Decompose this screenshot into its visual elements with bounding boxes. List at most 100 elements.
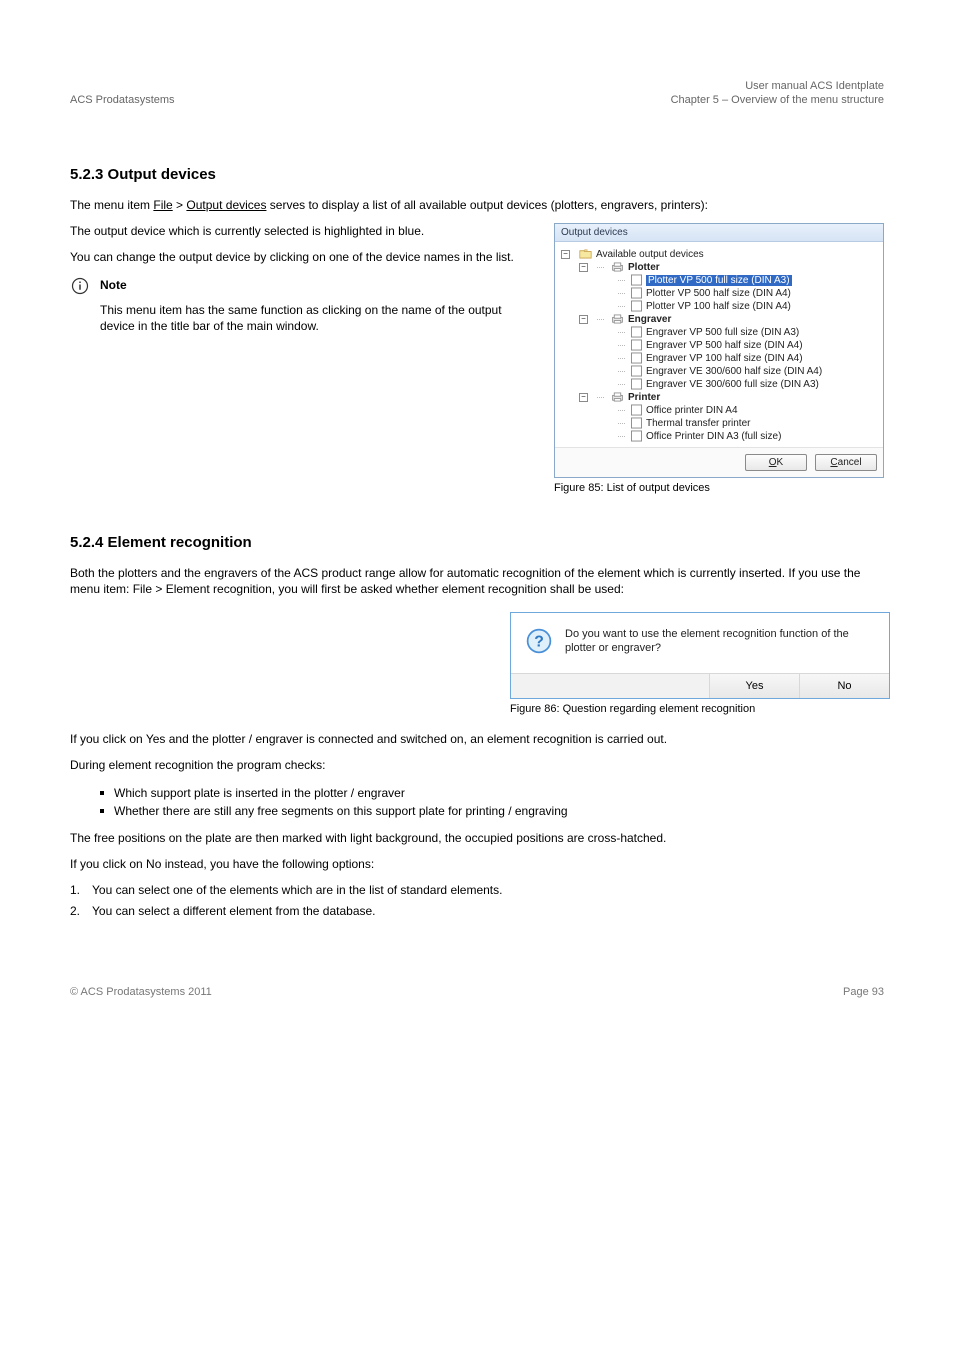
device-tree: − Available output devices − — [559, 248, 879, 443]
s2-p5-a: If you click on — [70, 857, 146, 871]
panel-footer: OK Cancel — [555, 447, 883, 477]
tree-item-label: Plotter VP 500 half size (DIN A4) — [646, 288, 791, 299]
tree-connector-icon: ···· — [617, 366, 625, 376]
s2-p2-a: If you click on — [70, 732, 146, 746]
tree-connector-icon: ···· — [617, 340, 625, 350]
s2-p2-yes: Yes — [146, 732, 166, 746]
tree-group-engraver[interactable]: − ···· Engraver — [561, 313, 879, 326]
cancel-button[interactable]: Cancel — [815, 454, 877, 471]
tree-item-plotter-2[interactable]: ···· Plotter VP 100 half size (DIN A4) — [561, 300, 879, 313]
checkbox-icon[interactable] — [631, 287, 642, 299]
s2-paragraph-3: During element recognition the program c… — [70, 757, 884, 773]
figure-85-caption: Figure 85: List of output devices — [554, 482, 884, 494]
svg-text:?: ? — [534, 633, 544, 650]
tree-item-engraver-2[interactable]: ···· Engraver VP 100 half size (DIN A4) — [561, 352, 879, 365]
tree-connector-icon: ···· — [596, 314, 604, 324]
intro-text-a: The menu item — [70, 198, 153, 212]
output-devices-panel: Output devices − Available output device… — [554, 223, 884, 478]
tree-item-printer-1[interactable]: ···· Thermal transfer printer — [561, 417, 879, 430]
element-recognition-msgbox: ? Do you want to use the element recogni… — [510, 612, 890, 700]
tree-item-printer-2[interactable]: ···· Office Printer DIN A3 (full size) — [561, 430, 879, 443]
tree-group-plotter[interactable]: − ···· Plotter — [561, 261, 879, 274]
header-right: User manual ACS Identplate Chapter 5 – O… — [671, 80, 884, 106]
tree-group-printer-label: Printer — [628, 392, 660, 403]
tree-connector-icon: ···· — [617, 405, 625, 415]
tree-connector-icon: ···· — [617, 431, 625, 441]
bullet-1: Which support plate is inserted in the p… — [100, 784, 884, 802]
tree-connector-icon: ···· — [596, 262, 604, 272]
page-footer: © ACS Prodatasystems 2011 Page 93 — [70, 980, 884, 998]
tree-item-label: Plotter VP 500 full size (DIN A3) — [646, 275, 792, 286]
tree-item-engraver-3[interactable]: ···· Engraver VE 300/600 half size (DIN … — [561, 365, 879, 378]
recognition-check-list: Which support plate is inserted in the p… — [100, 784, 884, 820]
tree-item-plotter-1[interactable]: ···· Plotter VP 500 half size (DIN A4) — [561, 287, 879, 300]
option-2: 2. You can select a different element fr… — [70, 903, 884, 920]
section-title-element-recognition: 5.2.4 Element recognition — [70, 534, 884, 551]
tree-item-plotter-0[interactable]: ···· Plotter VP 500 full size (DIN A3) — [561, 274, 879, 287]
tree-group-plotter-label: Plotter — [628, 262, 660, 273]
option-1: 1. You can select one of the elements wh… — [70, 882, 884, 899]
printer-icon — [610, 261, 624, 273]
note-text: This menu item has the same function as … — [100, 302, 534, 334]
collapse-icon[interactable]: − — [561, 250, 570, 259]
checkbox-icon[interactable] — [631, 365, 642, 377]
header-right-line1: User manual ACS Identplate — [671, 80, 884, 92]
tree-connector-icon: ···· — [617, 327, 625, 337]
tree-connector-icon: ···· — [617, 353, 625, 363]
left-paragraph-1: The output device which is currently sel… — [70, 223, 534, 239]
bullet-2: Whether there are still any free segment… — [100, 802, 884, 820]
footer-left: © ACS Prodatasystems 2011 — [70, 986, 212, 998]
checkbox-icon[interactable] — [631, 430, 642, 442]
s2-p5-no: No — [146, 857, 161, 871]
section-intro-paragraph: The menu item File > Output devices serv… — [70, 197, 884, 213]
tree-root-label: Available output devices — [596, 249, 704, 260]
tree-root-row[interactable]: − Available output devices — [561, 248, 879, 261]
figure-86-caption: Figure 86: Question regarding element re… — [510, 703, 890, 715]
tree-item-label: Plotter VP 100 half size (DIN A4) — [646, 301, 791, 312]
note-row: Note — [70, 276, 534, 296]
printer-icon — [610, 391, 624, 403]
collapse-icon[interactable]: − — [579, 393, 588, 402]
left-paragraph-2: You can change the output device by clic… — [70, 249, 534, 265]
checkbox-icon[interactable] — [631, 417, 642, 429]
header-right-line2: Chapter 5 – Overview of the menu structu… — [671, 94, 884, 106]
printer-icon — [610, 313, 624, 325]
yes-button[interactable]: Yes — [709, 674, 799, 698]
tree-item-printer-0[interactable]: ···· Office printer DIN A4 — [561, 404, 879, 417]
s2-paragraph-2: If you click on Yes and the plotter / en… — [70, 731, 884, 747]
tree-item-engraver-1[interactable]: ···· Engraver VP 500 half size (DIN A4) — [561, 339, 879, 352]
tree-item-label: Thermal transfer printer — [646, 418, 750, 429]
collapse-icon[interactable]: − — [579, 315, 588, 324]
folder-open-icon — [578, 248, 592, 260]
page-header: ACS Prodatasystems User manual ACS Ident… — [70, 80, 884, 106]
checkbox-icon[interactable] — [631, 326, 642, 338]
msgbox-footer: Yes No — [511, 673, 889, 698]
tree-item-label: Engraver VP 500 full size (DIN A3) — [646, 327, 799, 338]
tree-group-printer[interactable]: − ···· Printer — [561, 391, 879, 404]
intro-text-c: serves to display a list of all availabl… — [266, 198, 708, 212]
question-icon: ? — [525, 627, 553, 655]
no-button[interactable]: No — [799, 674, 889, 698]
tree-item-engraver-4[interactable]: ···· Engraver VE 300/600 full size (DIN … — [561, 378, 879, 391]
ok-button[interactable]: OK — [745, 454, 807, 471]
checkbox-icon[interactable] — [631, 300, 642, 312]
checkbox-icon[interactable] — [631, 404, 642, 416]
tree-item-label: Engraver VP 500 half size (DIN A4) — [646, 340, 803, 351]
s2-p2-b: and the plotter / engraver is connected … — [165, 732, 667, 746]
tree-connector-icon: ···· — [617, 288, 625, 298]
checkbox-icon[interactable] — [631, 378, 642, 390]
tree-connector-icon: ···· — [617, 275, 625, 285]
checkbox-icon[interactable] — [631, 274, 642, 286]
s2-paragraph-1: Both the plotters and the engravers of t… — [70, 565, 884, 597]
tree-item-label: Office printer DIN A4 — [646, 405, 738, 416]
tree-connector-icon: ···· — [617, 301, 625, 311]
checkbox-icon[interactable] — [631, 339, 642, 351]
panel-body: − Available output devices − — [555, 242, 883, 447]
tree-item-engraver-0[interactable]: ···· Engraver VP 500 full size (DIN A3) — [561, 326, 879, 339]
option-1-text: You can select one of the elements which… — [92, 882, 502, 899]
s2-p5-b: instead, you have the following options: — [161, 857, 374, 871]
checkbox-icon[interactable] — [631, 352, 642, 364]
intro-text-b: > — [173, 198, 187, 212]
collapse-icon[interactable]: − — [579, 263, 588, 272]
option-2-number: 2. — [70, 903, 84, 920]
